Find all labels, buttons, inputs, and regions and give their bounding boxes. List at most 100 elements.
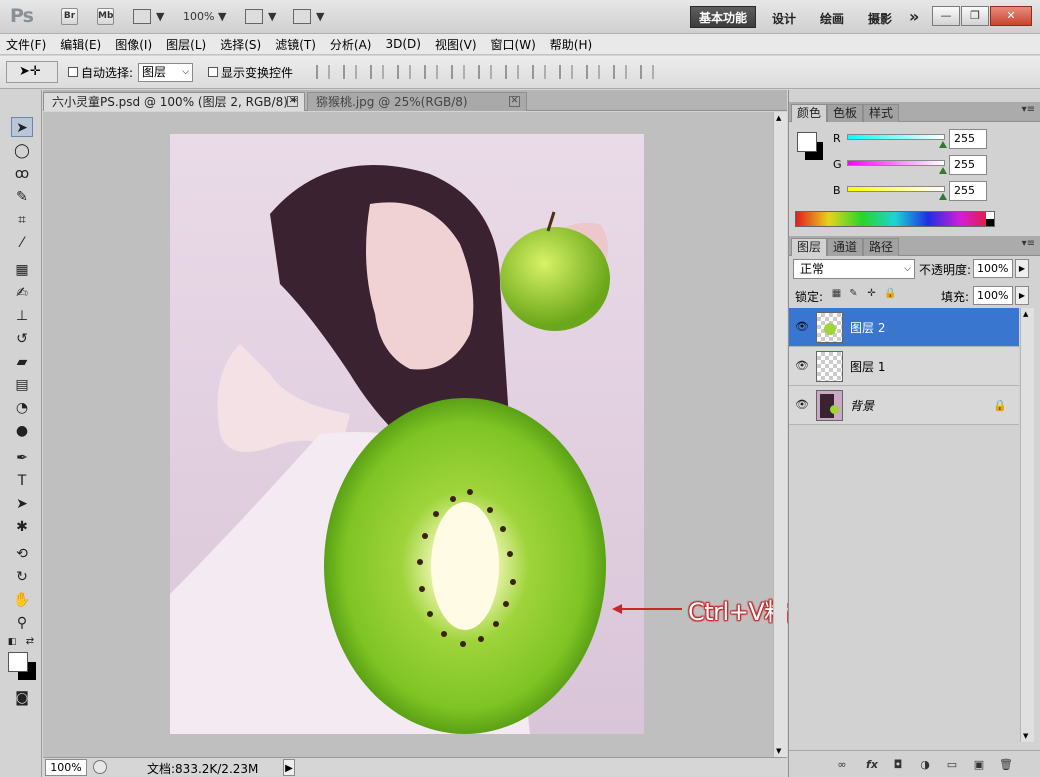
- quick-mask-icon[interactable]: ◙: [11, 688, 33, 708]
- align-right-icon[interactable]: [451, 65, 465, 79]
- add-mask-icon[interactable]: ◘: [891, 758, 905, 772]
- auto-select-checkbox[interactable]: [68, 67, 78, 77]
- tab-color[interactable]: 颜色: [791, 104, 828, 122]
- show-transform-checkbox[interactable]: [208, 67, 218, 77]
- history-brush-tool-icon[interactable]: ↺: [11, 329, 33, 349]
- distribute-right-icon[interactable]: [613, 65, 627, 79]
- align-bottom-icon[interactable]: [370, 65, 384, 79]
- lock-position-icon[interactable]: ✛: [866, 288, 877, 299]
- visibility-eye-icon[interactable]: 👁: [795, 399, 809, 410]
- tab-paths[interactable]: 路径: [863, 238, 900, 256]
- lock-pixels-icon[interactable]: ✎: [848, 288, 859, 299]
- fill-input[interactable]: 100%: [973, 286, 1013, 305]
- blue-slider-thumb[interactable]: [939, 193, 947, 200]
- link-layers-icon[interactable]: ∞: [835, 758, 849, 772]
- canvas-vertical-scrollbar[interactable]: ▲ ▼: [773, 112, 787, 757]
- menu-edit[interactable]: 编辑(E): [60, 36, 101, 53]
- visibility-eye-icon[interactable]: 👁: [795, 321, 809, 332]
- layer-name[interactable]: 背景: [850, 397, 874, 414]
- tab-document-psd[interactable]: 六小灵童PS.psd @ 100% (图层 2, RGB/8) * ✕: [43, 92, 305, 111]
- hand-tool-icon[interactable]: ✋: [11, 590, 33, 610]
- distribute-vcenter-icon[interactable]: [505, 65, 519, 79]
- swap-colors-icon[interactable]: ⇄: [24, 636, 36, 648]
- fill-arrow-icon[interactable]: ▶: [1015, 286, 1029, 305]
- blue-slider[interactable]: [847, 186, 945, 192]
- layer-name[interactable]: 图层 1: [850, 358, 885, 375]
- menu-analysis[interactable]: 分析(A): [330, 36, 372, 53]
- align-vcenter-icon[interactable]: [343, 65, 357, 79]
- healing-brush-tool-icon[interactable]: ▦: [11, 260, 33, 280]
- menu-image[interactable]: 图像(I): [115, 36, 152, 53]
- view-extras-chevron-down-icon[interactable]: ▼: [156, 10, 164, 23]
- more-workspaces-icon[interactable]: »: [909, 7, 919, 26]
- brush-tool-icon[interactable]: ✍: [11, 283, 33, 303]
- layer-name[interactable]: 图层 2: [850, 319, 885, 336]
- menu-help[interactable]: 帮助(H): [550, 36, 592, 53]
- foreground-color-swatch[interactable]: [8, 652, 28, 672]
- mini-bridge-button[interactable]: Mb: [97, 8, 114, 25]
- 3d-orbit-tool-icon[interactable]: ↻: [11, 567, 33, 587]
- gradient-tool-icon[interactable]: ▤: [11, 375, 33, 395]
- adjustment-layer-icon[interactable]: ◑: [918, 758, 932, 772]
- dodge-tool-icon[interactable]: ●: [11, 421, 33, 441]
- tab-layers[interactable]: 图层: [791, 238, 828, 256]
- panel-menu-icon[interactable]: ▾≡: [1022, 104, 1035, 115]
- scroll-up-icon[interactable]: ▲: [1023, 310, 1028, 318]
- status-info-icon[interactable]: [93, 760, 107, 774]
- distribute-bottom-icon[interactable]: [532, 65, 546, 79]
- delete-layer-icon[interactable]: 🗑: [999, 758, 1013, 772]
- path-selection-tool-icon[interactable]: ➤: [11, 494, 33, 514]
- type-tool-icon[interactable]: T: [11, 471, 33, 491]
- arrange-documents-icon[interactable]: [245, 9, 263, 24]
- layer-row[interactable]: 👁 图层 2: [789, 308, 1019, 347]
- auto-align-icon[interactable]: [640, 65, 654, 79]
- lasso-tool-icon[interactable]: ꝏ: [11, 164, 33, 184]
- red-slider[interactable]: [847, 134, 945, 140]
- tab-swatches[interactable]: 色板: [827, 104, 864, 122]
- marquee-tool-icon[interactable]: ◯: [11, 141, 33, 161]
- menu-view[interactable]: 视图(V): [435, 36, 477, 53]
- zoom-input[interactable]: 100%: [45, 759, 87, 776]
- arrange-chevron-down-icon[interactable]: ▼: [268, 10, 276, 23]
- red-value[interactable]: 255: [949, 129, 987, 149]
- workspace-photography[interactable]: 摄影: [868, 10, 892, 27]
- new-layer-icon[interactable]: ▣: [972, 758, 986, 772]
- eraser-tool-icon[interactable]: ▰: [11, 352, 33, 372]
- blend-mode-dropdown[interactable]: 正常 ⌵: [793, 259, 915, 279]
- menu-3d[interactable]: 3D(D): [385, 37, 420, 51]
- workspace-essentials[interactable]: 基本功能: [690, 6, 756, 28]
- pen-tool-icon[interactable]: ✒: [11, 448, 33, 468]
- eyedropper-tool-icon[interactable]: ⁄: [11, 233, 33, 253]
- green-value[interactable]: 255: [949, 155, 987, 175]
- opacity-input[interactable]: 100%: [973, 259, 1013, 278]
- default-colors-icon[interactable]: ◧: [6, 636, 18, 648]
- layer-row[interactable]: 👁 背景 🔒: [789, 386, 1019, 425]
- move-tool-icon[interactable]: ➤: [11, 117, 33, 137]
- zoom-level-dropdown[interactable]: 100% ▼: [183, 10, 226, 23]
- menu-filter[interactable]: 滤镜(T): [275, 36, 316, 53]
- distribute-top-icon[interactable]: [478, 65, 492, 79]
- tab-channels[interactable]: 通道: [827, 238, 864, 256]
- layer-row[interactable]: 👁 图层 1: [789, 347, 1019, 386]
- color-panel-foreground-swatch[interactable]: [797, 132, 817, 152]
- workspace-design[interactable]: 设计: [772, 10, 796, 27]
- close-icon[interactable]: ✕: [990, 6, 1032, 26]
- tool-preset-picker[interactable]: ➤✛: [6, 61, 58, 83]
- close-icon[interactable]: ✕: [509, 96, 520, 107]
- close-icon[interactable]: ✕: [287, 96, 298, 107]
- screen-mode-chevron-down-icon[interactable]: ▼: [316, 10, 324, 23]
- lock-all-icon[interactable]: 🔒: [884, 288, 896, 299]
- minimize-icon[interactable]: —: [932, 6, 960, 26]
- status-menu-arrow-icon[interactable]: ▶: [283, 759, 295, 776]
- red-slider-thumb[interactable]: [939, 141, 947, 148]
- blue-value[interactable]: 255: [949, 181, 987, 201]
- menu-layer[interactable]: 图层(L): [166, 36, 206, 53]
- clone-stamp-tool-icon[interactable]: ⊥: [11, 306, 33, 326]
- new-group-icon[interactable]: ▭: [945, 758, 959, 772]
- 3d-rotate-tool-icon[interactable]: ⟲: [11, 544, 33, 564]
- opacity-arrow-icon[interactable]: ▶: [1015, 259, 1029, 278]
- workspace-painting[interactable]: 绘画: [820, 10, 844, 27]
- align-top-icon[interactable]: [316, 65, 330, 79]
- auto-select-dropdown[interactable]: 图层 ⌵: [138, 63, 193, 82]
- tab-document-kiwi[interactable]: 猕猴桃.jpg @ 25%(RGB/8) ✕: [307, 92, 527, 111]
